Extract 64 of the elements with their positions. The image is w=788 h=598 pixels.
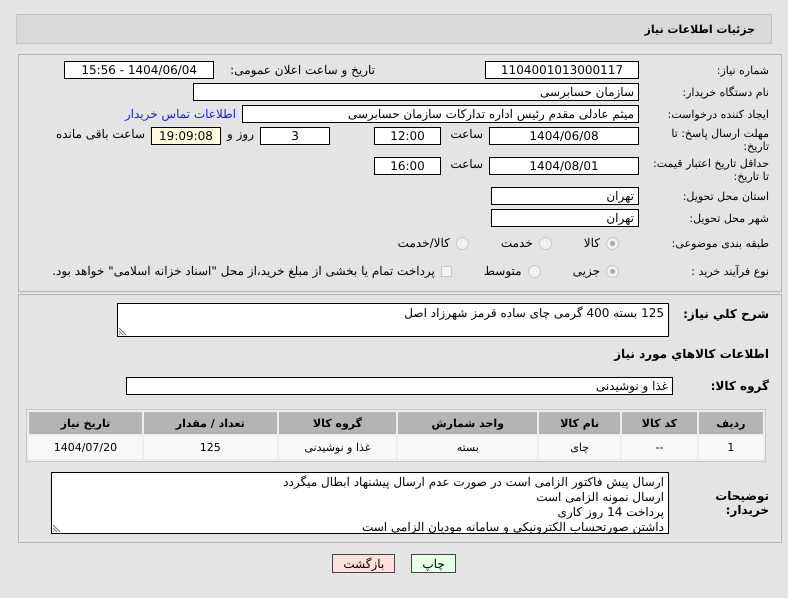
- field-label: استان محل تحویل:: [682, 190, 769, 202]
- remaining-time-field[interactable]: 19:09:08: [151, 127, 221, 145]
- column-header: واحد شمارش: [398, 412, 538, 434]
- field-label: ساعت: [449, 157, 483, 171]
- resize-grip-icon[interactable]: [53, 524, 61, 532]
- time-field[interactable]: 12:00: [374, 127, 441, 145]
- table-cell: غذا و نوشیدنی: [278, 436, 396, 459]
- need-number-field[interactable]: 1104001013000117: [485, 61, 639, 79]
- date-field[interactable]: 1404/08/01: [489, 157, 639, 175]
- goods-group-field[interactable]: غذا و نوشیدنی: [126, 377, 673, 395]
- field-label: نام دستگاه خریدار:: [681, 86, 769, 98]
- table-cell: 125: [144, 436, 277, 459]
- field-label: تاریخ و ساعت اعلان عمومی:: [230, 63, 375, 77]
- column-header: ردیف: [698, 412, 763, 434]
- radio-button[interactable]: [606, 264, 619, 278]
- radio-label: جزیی: [572, 264, 600, 278]
- radio-label: کالا: [584, 236, 600, 250]
- table-cell: بسته: [398, 436, 538, 459]
- radio-button[interactable]: [456, 236, 469, 250]
- contact-link[interactable]: اطلاعات تماس خریدار: [124, 107, 236, 121]
- checkbox[interactable]: [440, 266, 452, 276]
- radio-button[interactable]: [528, 264, 541, 278]
- city-field[interactable]: تهران: [491, 209, 639, 227]
- column-header: کد کالا: [622, 412, 697, 434]
- column-header: تعداد / مقدار: [144, 412, 277, 434]
- field-label: توضیحات خریدار:: [714, 489, 769, 517]
- resize-grip-icon[interactable]: [119, 327, 127, 335]
- field-label: ساعت باقی مانده: [56, 127, 145, 141]
- radio-button[interactable]: [606, 236, 619, 250]
- radio-button[interactable]: [538, 236, 552, 250]
- field-label: شماره نیاز:: [716, 64, 769, 76]
- field-label: طبقه بندی موضوعی:: [670, 236, 769, 250]
- field-label: نوع فرآیند خرید :: [690, 264, 769, 278]
- date-field[interactable]: 1404/06/08: [489, 127, 639, 145]
- field-label: شهر محل تحویل:: [688, 212, 769, 224]
- province-field[interactable]: تهران: [491, 187, 639, 205]
- radio-label: متوسط: [484, 264, 522, 278]
- announce-date-field[interactable]: 1404/06/04 - 15:56: [64, 61, 214, 79]
- field-label: ساعت: [449, 127, 483, 141]
- description-field[interactable]: 125 بسته 400 گرمی چای ساده قرمز شهرزاد اصل: [117, 303, 669, 337]
- column-header: نام کالا: [539, 412, 620, 434]
- field-label: ایجاد کننده درخواست:: [666, 108, 769, 120]
- radio-label: خدمت: [500, 236, 533, 250]
- payment-note: پرداخت تمام یا بخشی از مبلغ خرید،از محل "اسناد خزانه اسلامی" خواهد بود.: [52, 264, 435, 278]
- print-button[interactable]: چاپ: [411, 554, 456, 573]
- requester-field[interactable]: میثم عادلی مقدم رئیس اداره تدارکات سازمان حسابرسی: [242, 105, 639, 123]
- table-cell: 1: [698, 436, 763, 459]
- buyer-org-field[interactable]: سازمان حسابرسی: [193, 83, 639, 101]
- table-cell: --: [622, 436, 697, 459]
- field-label: گروه کالا:: [710, 379, 769, 393]
- back-button[interactable]: بازگشت: [332, 554, 396, 573]
- field-label: روز و: [227, 127, 254, 141]
- field-label: شرح کلي نياز:: [682, 307, 769, 321]
- radio-label: کالا/خدمت: [398, 236, 450, 250]
- days-field[interactable]: 3: [260, 127, 330, 145]
- field-label: مهلت ارسال پاسخ: تا تاریخ:: [670, 127, 769, 153]
- section-heading: اطلاعات کالاهاي مورد نياز: [614, 347, 769, 361]
- table-cell: 1404/07/20: [29, 436, 142, 459]
- time-field[interactable]: 16:00: [374, 157, 441, 175]
- page-title: جزئیات اطلاعات نیاز: [644, 22, 755, 36]
- column-header: گروه کالا: [278, 412, 396, 434]
- column-header: تاریخ نیاز: [29, 412, 142, 434]
- field-label: حداقل تاریخ اعتبار قیمت: تا تاریخ:: [652, 157, 769, 183]
- table-cell: چای: [539, 436, 620, 459]
